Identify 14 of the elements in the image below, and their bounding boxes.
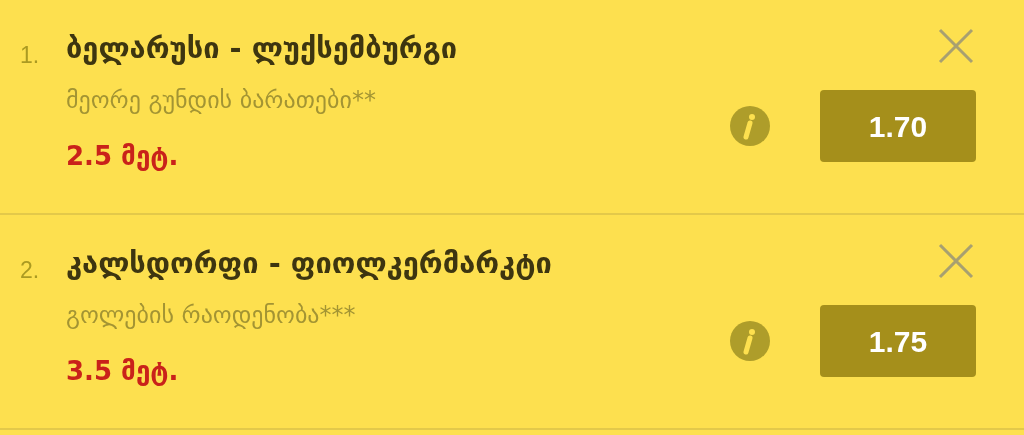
info-icon[interactable] [730, 321, 770, 361]
odds-button[interactable]: 1.75 [820, 305, 976, 377]
close-icon[interactable] [938, 28, 974, 64]
bet-number: 2. [20, 257, 40, 283]
match-title: კალსდორფი - ფიოლკერმარკტი [66, 245, 552, 282]
bet-number: 1. [20, 42, 40, 68]
selection-label: 2.5 მეტ. [66, 140, 179, 173]
info-icon[interactable] [730, 106, 770, 146]
market-label: გოლების რაოდენობა*** [66, 300, 356, 331]
close-icon[interactable] [938, 243, 974, 279]
market-label: მეორე გუნდის ბარათები** [66, 85, 376, 116]
odds-button[interactable]: 1.70 [820, 90, 976, 162]
selection-label: 3.5 მეტ. [66, 355, 179, 388]
match-title: ბელარუსი - ლუქსემბურგი [66, 30, 458, 67]
